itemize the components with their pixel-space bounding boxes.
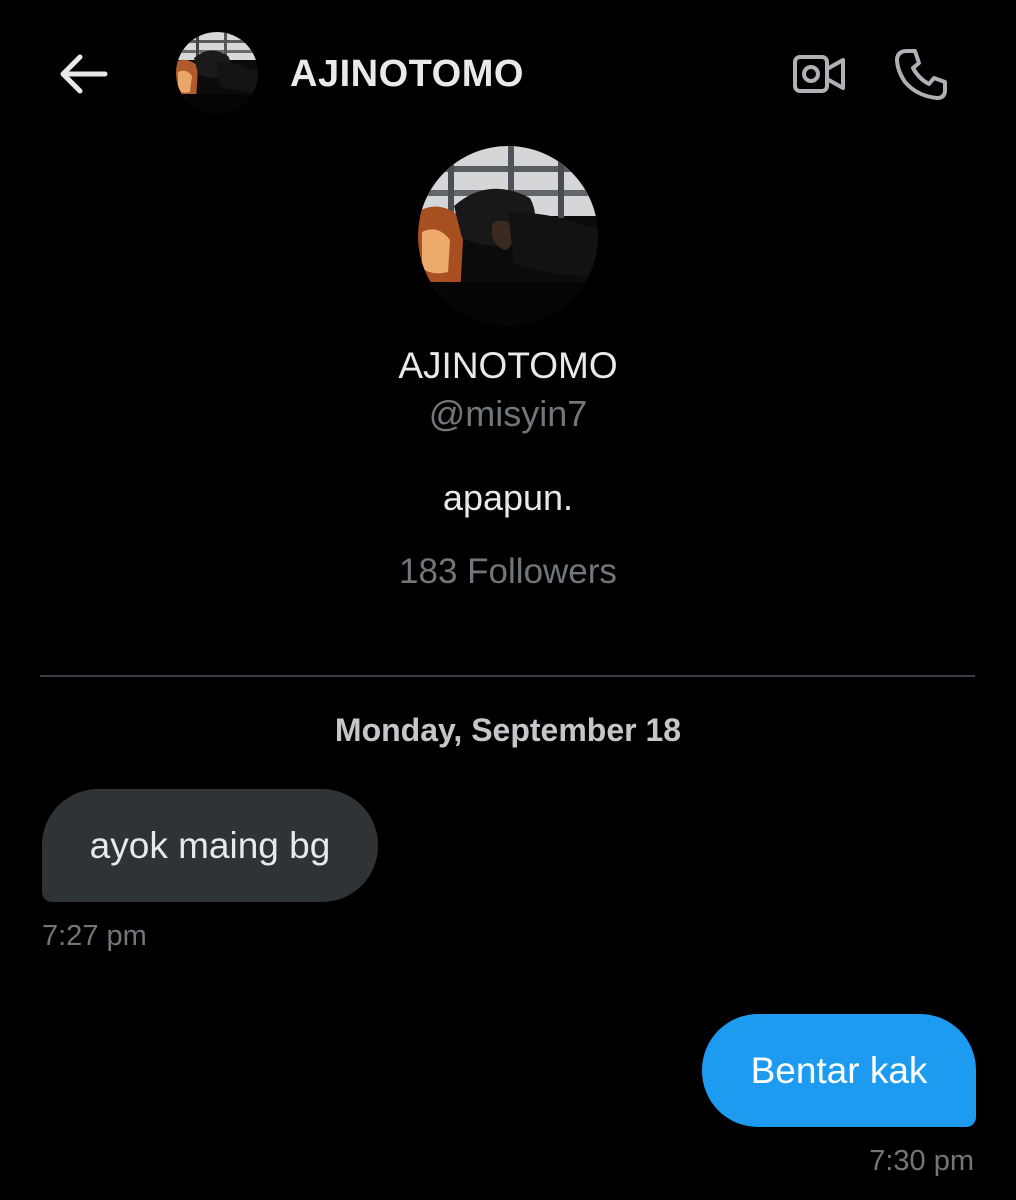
avatar-photo (176, 32, 258, 114)
profile-avatar[interactable] (418, 146, 598, 326)
message-bubble-sent[interactable]: Bentar kak (702, 1014, 976, 1127)
followers-count[interactable]: 183 Followers (0, 550, 1016, 594)
voice-call-button[interactable] (888, 42, 954, 106)
profile-handle: @misyin7 (428, 393, 588, 434)
back-button[interactable] (52, 46, 114, 102)
profile-photo (418, 146, 598, 326)
phone-icon (895, 49, 947, 100)
message-timestamp: 7:27 pm (42, 920, 147, 952)
video-camera-icon (793, 55, 845, 93)
arrow-left-icon (60, 54, 108, 94)
conversation-title[interactable]: AJINOTOMO (290, 48, 524, 100)
avatar[interactable] (176, 32, 258, 114)
profile-bio: apapun. (442, 477, 574, 518)
message-bubble-received[interactable]: ayok maing bg (42, 789, 378, 902)
video-call-button[interactable] (786, 46, 852, 102)
conversation-header: AJINOTOMO (0, 0, 1016, 150)
divider (40, 675, 975, 677)
profile-name: AJINOTOMO (398, 345, 618, 386)
date-separator: Monday, September 18 (334, 712, 682, 748)
message-timestamp: 7:30 pm (869, 1145, 974, 1177)
